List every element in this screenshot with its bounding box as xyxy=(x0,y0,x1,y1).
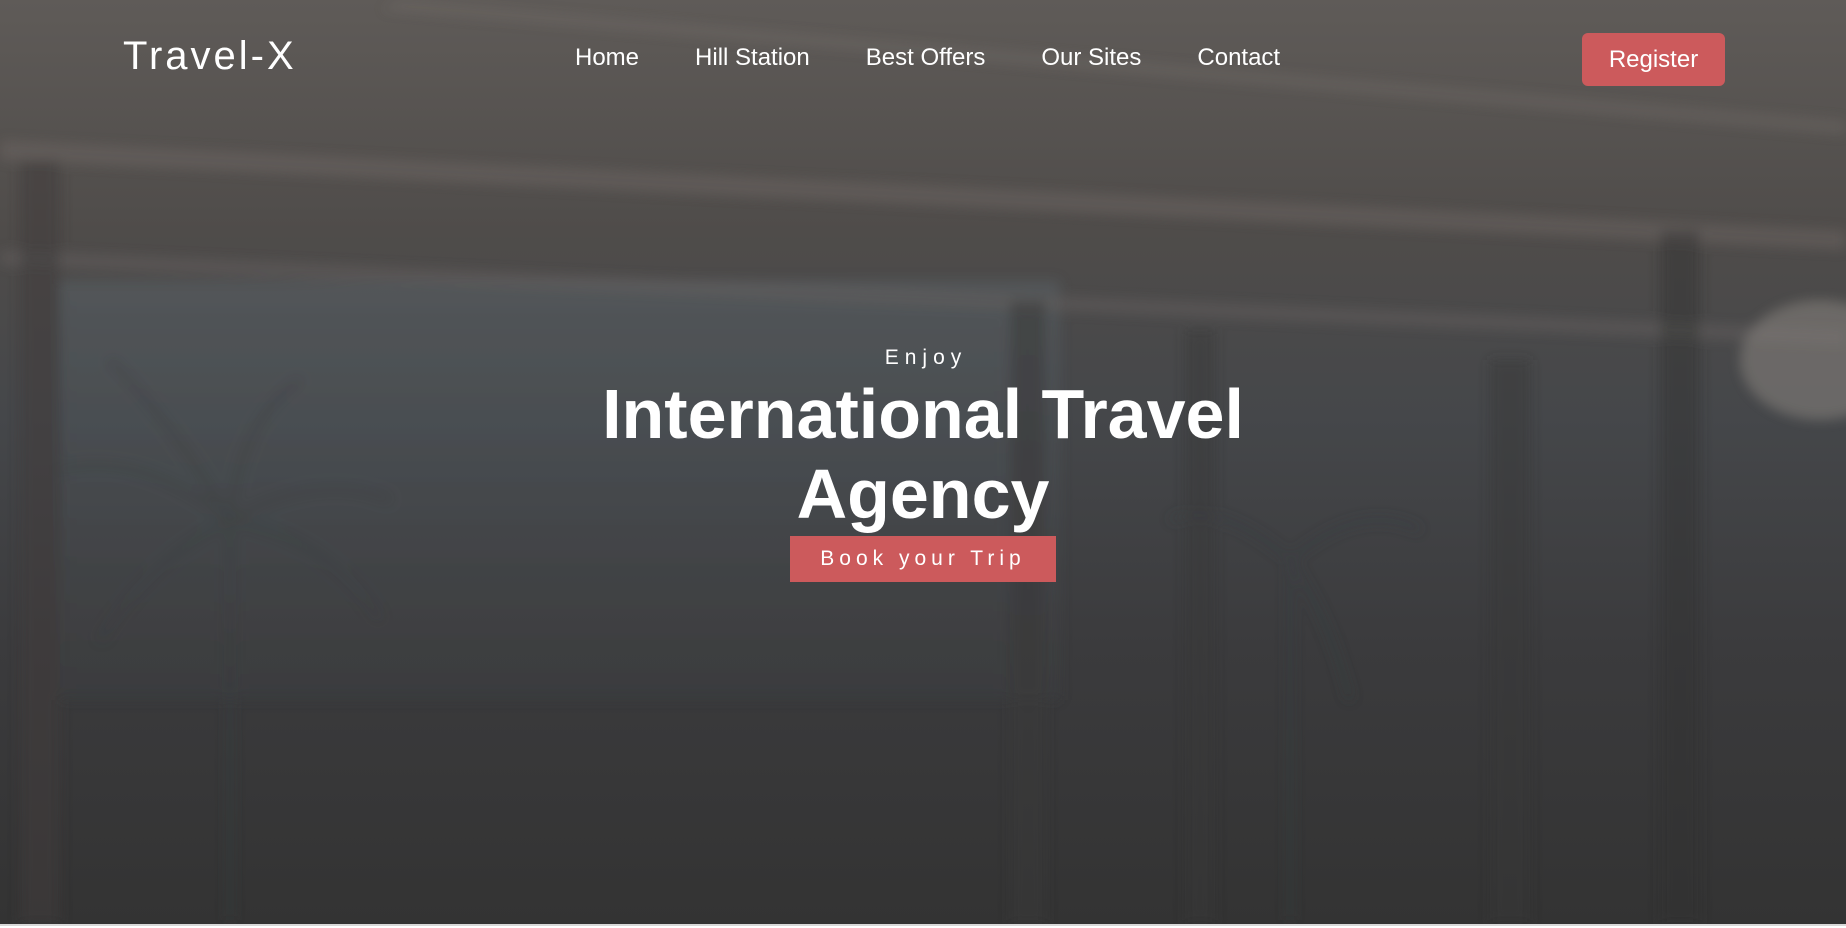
nav-links: Home Hill Station Best Offers Our Sites … xyxy=(575,44,1280,72)
nav-link-our-sites[interactable]: Our Sites xyxy=(1041,44,1141,72)
page-divider xyxy=(0,924,1846,926)
hero-eyebrow: Enjoy xyxy=(884,346,968,369)
brand-logo[interactable]: Travel-X xyxy=(123,34,297,79)
nav-link-hill-station[interactable]: Hill Station xyxy=(695,44,810,72)
book-trip-button[interactable]: Book your Trip xyxy=(790,536,1056,582)
nav-link-home[interactable]: Home xyxy=(575,44,639,72)
hero-section: Travel-X Home Hill Station Best Offers O… xyxy=(0,0,1846,924)
nav-link-best-offers[interactable]: Best Offers xyxy=(866,44,986,72)
hero-content: Enjoy International Travel Agency Book y… xyxy=(0,344,1846,582)
hero-headline: International Travel Agency xyxy=(602,375,1244,533)
nav-link-contact[interactable]: Contact xyxy=(1197,44,1280,72)
navbar: Travel-X Home Hill Station Best Offers O… xyxy=(0,0,1846,120)
register-button[interactable]: Register xyxy=(1582,33,1725,86)
